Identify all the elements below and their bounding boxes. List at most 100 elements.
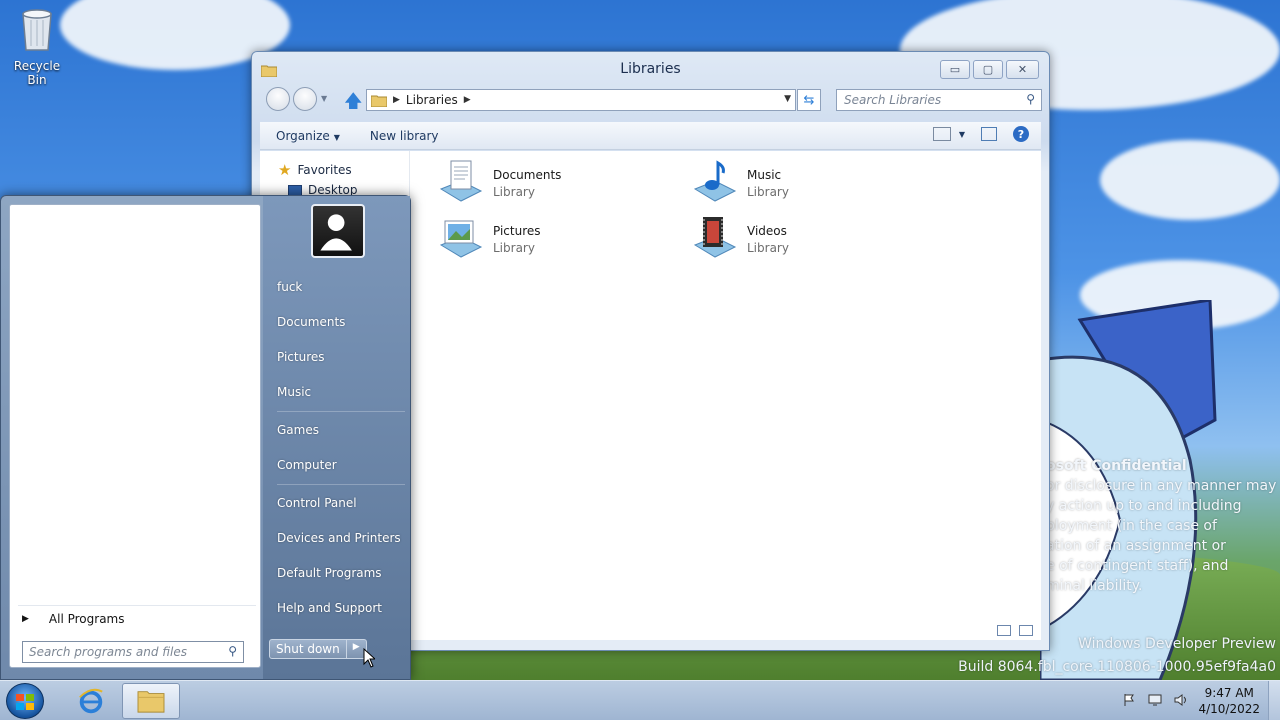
start-link-computer[interactable]: Computer — [277, 458, 337, 472]
nav-favorites[interactable]: ★ Favorites — [278, 161, 352, 179]
recycle-bin-label: Recycle Bin — [13, 59, 61, 87]
chevron-down-icon: ▼ — [333, 132, 340, 142]
start-menu: ▶ All Programs Search programs and files… — [0, 195, 411, 680]
show-desktop-button[interactable] — [1268, 681, 1280, 720]
library-name: Documents — [493, 168, 562, 182]
start-orb-button[interactable] — [6, 683, 44, 719]
build-line-2: Build 8064.fbl_core.110806-1000.95ef9fa4… — [958, 659, 1276, 675]
chevron-down-icon: ▼ — [958, 129, 965, 139]
maximize-button[interactable]: ▢ — [973, 60, 1003, 79]
command-bar: Organize ▼ New library ▼ ? — [260, 122, 1041, 150]
taskbar: 9:47 AM 4/10/2022 — [0, 680, 1280, 720]
refresh-button[interactable]: ⇆ — [797, 89, 821, 111]
recent-pages-dropdown[interactable]: ▼ — [321, 94, 327, 103]
taskbar-windows-explorer[interactable] — [122, 683, 180, 719]
recycle-bin-desktop-icon[interactable]: Recycle Bin — [4, 6, 70, 87]
forward-button[interactable] — [293, 87, 317, 111]
user-avatar[interactable] — [311, 204, 365, 258]
internet-explorer-icon — [79, 688, 103, 714]
libraries-folder-icon — [371, 95, 387, 107]
minimize-button[interactable]: ▭ — [940, 60, 970, 79]
views-icon — [932, 127, 951, 141]
star-icon: ★ — [278, 161, 292, 179]
clock-date: 4/10/2022 — [1198, 702, 1260, 716]
start-link-control-panel[interactable]: Control Panel — [277, 496, 357, 510]
network-icon[interactable] — [1148, 693, 1162, 707]
windows-logo-icon — [16, 694, 34, 710]
volume-icon[interactable] — [1174, 693, 1188, 707]
clock-time: 9:47 AM — [1204, 686, 1254, 700]
library-type: Library — [747, 241, 789, 255]
pictures-library-icon — [439, 220, 483, 258]
all-programs-label: All Programs — [48, 612, 125, 626]
shutdown-button[interactable]: Shut down — [270, 640, 347, 658]
cloud-decor — [1100, 140, 1280, 220]
start-link-default-programs[interactable]: Default Programs — [277, 566, 382, 580]
maximize-icon: ▢ — [982, 63, 994, 76]
library-music[interactable]: Music Library — [691, 159, 891, 203]
shutdown-control: Shut down ▶ — [269, 639, 367, 659]
start-link-user[interactable]: fuck — [277, 280, 302, 294]
navigation-bar: ▼ 🡅 ▶ Libraries ▶ ▼ ⇆ Search Libraries ⚲ — [264, 86, 1042, 112]
system-tray — [1122, 693, 1188, 707]
new-library-button[interactable]: New library — [370, 129, 439, 143]
help-icon[interactable]: ? — [1013, 126, 1029, 142]
search-icon: ⚲ — [1026, 92, 1035, 106]
folder-icon — [137, 691, 165, 713]
search-icon: ⚲ — [228, 644, 237, 658]
window-title: Libraries — [620, 61, 681, 77]
nav-favorites-label: Favorites — [297, 163, 352, 177]
watermark-line: or disclosure in any manner may — [1046, 478, 1277, 494]
start-link-pictures[interactable]: Pictures — [277, 350, 325, 364]
watermark-line: ployment (in the case of — [1046, 518, 1217, 534]
search-libraries-placeholder: Search Libraries — [844, 93, 942, 107]
library-type: Library — [493, 185, 535, 199]
address-bar[interactable]: ▶ Libraries ▶ ▼ — [366, 89, 796, 111]
library-pictures[interactable]: Pictures Library — [437, 215, 637, 259]
triangle-right-icon: ▶ — [22, 614, 29, 624]
start-link-music[interactable]: Music — [277, 385, 311, 399]
start-link-devices-printers[interactable]: Devices and Printers — [277, 531, 401, 545]
watermark-title: osoft Confidential — [1046, 458, 1187, 474]
start-link-games[interactable]: Games — [277, 423, 319, 437]
change-view-button[interactable]: ▼ — [932, 127, 965, 141]
all-programs-button[interactable]: ▶ All Programs — [18, 605, 256, 626]
address-history-dropdown-icon[interactable]: ▼ — [784, 94, 791, 104]
taskbar-internet-explorer[interactable] — [62, 683, 120, 719]
action-center-flag-icon[interactable] — [1122, 693, 1136, 707]
caption-buttons: ▭ ▢ ✕ — [940, 60, 1039, 79]
start-link-documents[interactable]: Documents — [277, 315, 345, 329]
minimize-icon: ▭ — [949, 63, 961, 76]
up-arrow-icon[interactable]: 🡅 — [344, 89, 363, 119]
large-icons-view-icon[interactable] — [1019, 625, 1033, 636]
preview-pane-button[interactable] — [981, 127, 997, 141]
library-documents[interactable]: Documents Library — [437, 159, 637, 203]
back-button[interactable] — [266, 87, 290, 111]
breadcrumb-caret-icon[interactable]: ▶ — [464, 95, 471, 105]
build-line-1: Windows Developer Preview — [1078, 636, 1276, 652]
start-search-input[interactable]: Search programs and files ⚲ — [22, 641, 244, 663]
library-videos[interactable]: Videos Library — [691, 215, 891, 259]
organize-label: Organize — [276, 128, 330, 143]
start-link-help-support[interactable]: Help and Support — [277, 601, 382, 615]
breadcrumb-libraries[interactable]: Libraries — [406, 93, 458, 107]
desktop-icon — [288, 184, 302, 196]
library-name: Music — [747, 168, 782, 182]
watermark-line: minal liability. — [1046, 578, 1143, 594]
search-libraries-input[interactable]: Search Libraries ⚲ — [836, 89, 1042, 111]
organize-button[interactable]: Organize ▼ — [276, 129, 340, 143]
details-view-icon[interactable] — [997, 625, 1011, 636]
view-toggle-icons — [997, 625, 1033, 636]
library-type: Library — [747, 185, 789, 199]
watermark-line: e of contingent staff), and — [1046, 558, 1229, 574]
start-search-placeholder: Search programs and files — [29, 645, 187, 659]
close-button[interactable]: ✕ — [1006, 60, 1039, 79]
user-silhouette-icon — [320, 214, 352, 251]
taskbar-clock[interactable]: 9:47 AM 4/10/2022 — [1198, 685, 1260, 717]
watermark-line: y action up to and including — [1046, 498, 1242, 514]
confidential-watermark: osoft Confidential or disclosure in any … — [1046, 456, 1280, 596]
refresh-icon: ⇆ — [803, 92, 815, 108]
library-type: Library — [493, 241, 535, 255]
command-bar-right: ▼ ? — [932, 126, 1029, 142]
breadcrumb-caret-icon[interactable]: ▶ — [393, 95, 400, 105]
